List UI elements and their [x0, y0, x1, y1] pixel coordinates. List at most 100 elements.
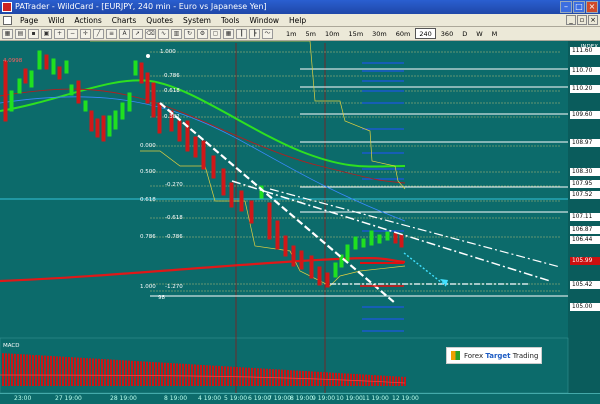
crosshair-icon[interactable]: ✛: [80, 28, 91, 39]
price-axis-label: 106.87: [570, 226, 600, 234]
zoom-in-icon[interactable]: +: [54, 28, 65, 39]
fib-label: 0.618: [140, 197, 156, 203]
macd-bar: [98, 358, 100, 386]
macd-bar: [152, 362, 154, 386]
menu-bar: Page Wild Actions Charts Quotes System T…: [0, 14, 600, 27]
time-axis: 23:00 27 19:00 28 19:00 8 19:00 4 19:00 5 19:…: [0, 393, 600, 404]
timeframe-5m[interactable]: 5m: [301, 28, 319, 39]
mdi-controls: _ ▫ ×: [566, 15, 598, 25]
fib-label: 0.618: [164, 88, 180, 94]
macd-bar: [374, 375, 376, 386]
menu-page[interactable]: Page: [15, 16, 43, 25]
title-bar: PATrader - WildCard - [EURJPY, 240 min -…: [0, 0, 600, 14]
timeframe-60m[interactable]: 60m: [392, 28, 415, 39]
mdi-restore-icon[interactable]: ▫: [577, 15, 587, 25]
fib-label: 0.382: [164, 114, 180, 120]
macd-bar: [359, 374, 361, 386]
fib-label: -0.270: [165, 182, 183, 188]
macd-bar: [92, 358, 94, 386]
timeframe-10m[interactable]: 10m: [321, 28, 344, 39]
lock-icon[interactable]: ▢: [210, 28, 221, 39]
macd-bar: [371, 374, 373, 386]
zoom-out-icon[interactable]: −: [67, 28, 78, 39]
macd-bar: [215, 365, 217, 386]
macd-bar: [74, 357, 76, 386]
menu-help[interactable]: Help: [284, 16, 311, 25]
timeframe-360[interactable]: 360: [437, 28, 457, 39]
menu-system[interactable]: System: [178, 16, 216, 25]
fib-label: 0.786: [140, 234, 156, 240]
timeframe-15m[interactable]: 15m: [345, 28, 368, 39]
macd-label: MACD: [3, 343, 20, 349]
macd-bar: [11, 353, 13, 386]
open-icon[interactable]: ▤: [15, 28, 26, 39]
mdi-close-icon[interactable]: ×: [588, 15, 598, 25]
macd-bar: [191, 364, 193, 386]
timeframe-1m[interactable]: 1m: [282, 28, 300, 39]
timeframe-30m[interactable]: 30m: [368, 28, 391, 39]
grid-icon[interactable]: ▦: [223, 28, 234, 39]
template-icon[interactable]: ▥: [171, 28, 182, 39]
timeframe-d[interactable]: D: [458, 28, 471, 39]
macd-bar: [158, 362, 160, 386]
fib-label: 98: [158, 295, 165, 301]
menu-wild[interactable]: Wild: [43, 16, 69, 25]
text-tool-icon[interactable]: A: [119, 28, 130, 39]
macd-bar: [206, 365, 208, 386]
close-icon[interactable]: ×: [586, 1, 598, 13]
settings-icon[interactable]: ⚙: [197, 28, 208, 39]
app-icon[interactable]: [2, 2, 12, 12]
macd-bar: [95, 358, 97, 386]
macd-bar: [83, 357, 85, 386]
macd-bar: [20, 354, 22, 386]
timeframe-m[interactable]: M: [488, 28, 502, 39]
arrow-tool-icon[interactable]: ➚: [132, 28, 143, 39]
macd-bar: [17, 354, 19, 386]
macd-bar: [110, 359, 112, 386]
macd-bar: [107, 359, 109, 386]
macd-bar: [182, 363, 184, 386]
macd-bar: [29, 354, 31, 386]
refresh-icon[interactable]: ↻: [184, 28, 195, 39]
fib-label: 1.000: [160, 49, 176, 55]
minimize-icon[interactable]: –: [560, 1, 572, 13]
timeframe-240[interactable]: 240: [415, 28, 436, 39]
menu-window[interactable]: Window: [244, 16, 284, 25]
toolbar: ▦ ▤ ▪ ▣ + − ✛ ╱ ≡ A ➚ ⌫ ∿ ▥ ↻ ⚙ ▢ ▦ ┃ ┣ …: [0, 27, 600, 41]
price-chart[interactable]: 4.0998 MACD 1.000 0.786 0.618 0.382 0.00…: [0, 41, 600, 393]
line-icon[interactable]: 〜: [262, 28, 273, 39]
fib-label: -0.786: [165, 234, 183, 240]
new-chart-icon[interactable]: ▦: [2, 28, 13, 39]
timeframe-w[interactable]: W: [472, 28, 486, 39]
maximize-icon[interactable]: □: [573, 1, 585, 13]
menu-charts[interactable]: Charts: [107, 16, 142, 25]
bar-icon[interactable]: ┣: [249, 28, 260, 39]
macd-bar: [8, 353, 10, 386]
macd-bar: [179, 363, 181, 386]
candle-icon[interactable]: ┃: [236, 28, 247, 39]
macd-bar: [404, 376, 406, 386]
macd-bar: [194, 364, 196, 386]
document-icon[interactable]: [3, 15, 12, 25]
mdi-minimize-icon[interactable]: _: [566, 15, 576, 25]
print-icon[interactable]: ▣: [41, 28, 52, 39]
time-label: 10 19:00: [336, 395, 363, 402]
fibonacci-icon[interactable]: ≡: [106, 28, 117, 39]
macd-bar: [62, 356, 64, 386]
menu-quotes[interactable]: Quotes: [141, 16, 178, 25]
macd-bar: [77, 357, 79, 386]
trendline-icon[interactable]: ╱: [93, 28, 104, 39]
macd-bar: [155, 362, 157, 386]
macd-bar: [56, 356, 58, 386]
time-label: 8 19:00: [164, 395, 188, 402]
macd-bar: [197, 364, 199, 386]
macd-bar: [14, 353, 16, 386]
menu-tools[interactable]: Tools: [216, 16, 244, 25]
eraser-icon[interactable]: ⌫: [145, 28, 156, 39]
save-icon[interactable]: ▪: [28, 28, 39, 39]
indicator-icon[interactable]: ∿: [158, 28, 169, 39]
price-axis-label: 105.00: [570, 303, 600, 311]
macd-bar: [140, 361, 142, 386]
price-axis-label: 108.97: [570, 139, 600, 147]
menu-actions[interactable]: Actions: [69, 16, 106, 25]
